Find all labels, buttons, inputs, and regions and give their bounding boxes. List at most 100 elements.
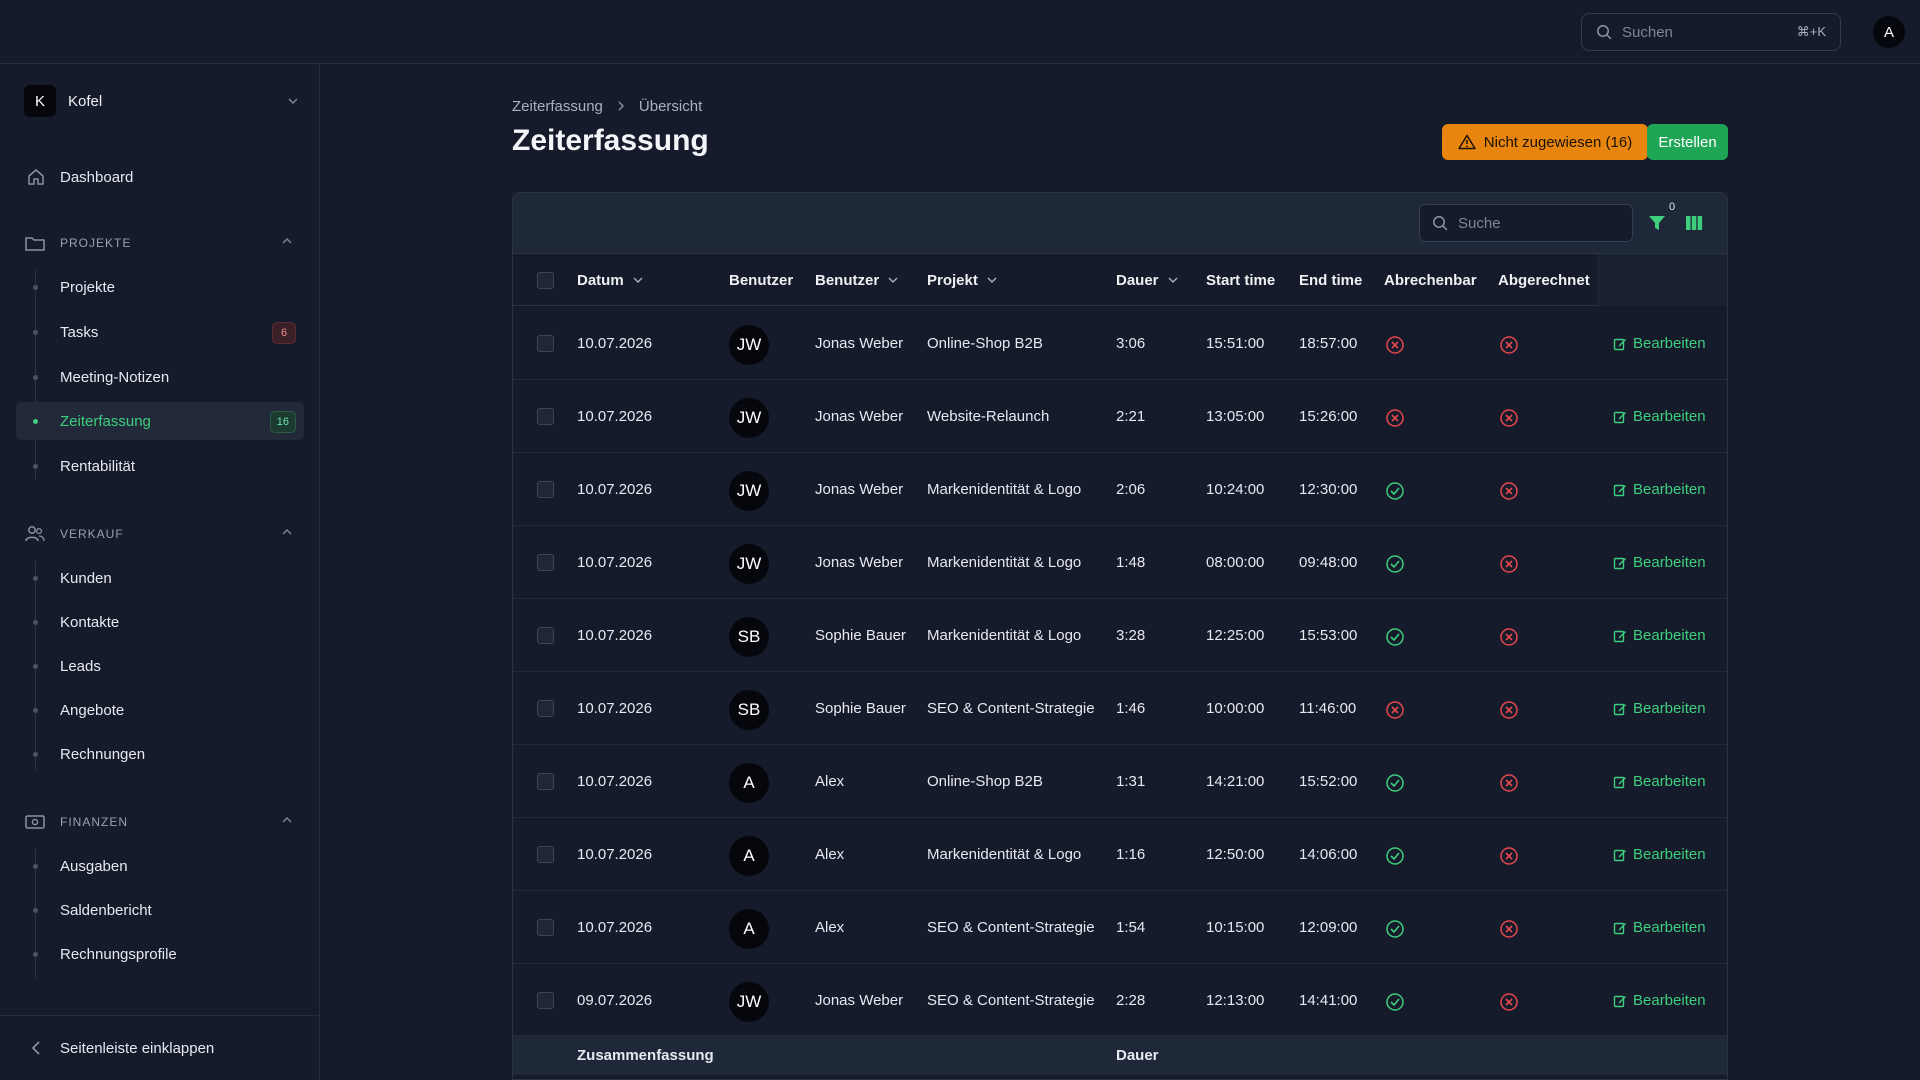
edit-button[interactable]: Bearbeiten [1613, 891, 1706, 964]
edit-button[interactable]: Bearbeiten [1613, 307, 1706, 380]
sidebar-item-kunden[interactable]: Kunden [16, 559, 304, 597]
edit-button-label: Bearbeiten [1633, 627, 1706, 644]
sidebar-item-leads[interactable]: Leads [16, 647, 304, 685]
edit-button[interactable]: Bearbeiten [1613, 599, 1706, 672]
row-checkbox[interactable] [537, 773, 554, 790]
header-start-time-label: Start time [1206, 271, 1276, 289]
table-row: 10.07.2026 SB Sophie Bauer SEO & Content-St… [513, 672, 1727, 745]
columns-icon[interactable] [1684, 213, 1704, 233]
edit-button[interactable]: Bearbeiten [1613, 526, 1706, 599]
table-row: 10.07.2026 JW Jonas Weber Online-Shop B2B 3:… [513, 307, 1727, 380]
breadcrumb-current: Übersicht [638, 97, 703, 115]
cell-user: Jonas Weber [815, 481, 904, 498]
bullet-dot [33, 375, 38, 380]
section-verkauf[interactable]: VERKAUF [16, 519, 304, 549]
bullet-dot [33, 708, 38, 713]
row-checkbox[interactable] [537, 919, 554, 936]
row-checkbox[interactable] [537, 335, 554, 352]
cell-user: Alex [815, 846, 845, 863]
unassigned-button[interactable]: Nicht zugewiesen (16) [1442, 124, 1648, 160]
cell-date: 10.07.2026 [577, 919, 653, 936]
x-circle-icon [1499, 554, 1519, 574]
user-avatar-badge: JW [729, 544, 769, 584]
x-circle-icon [1385, 700, 1405, 720]
cell-duration: 3:28 [1116, 627, 1146, 644]
search-icon [1597, 25, 1612, 40]
sidebar-item-dashboard[interactable]: Dashboard [16, 158, 304, 196]
chevron-right-icon [618, 101, 624, 111]
cell-date: 10.07.2026 [577, 700, 653, 717]
bullet-dot [33, 464, 38, 469]
row-checkbox[interactable] [537, 408, 554, 425]
search-icon [1433, 216, 1448, 231]
cell-user: Jonas Weber [815, 992, 904, 1009]
header-duration-label: Dauer [1116, 271, 1159, 289]
bullet-dot [33, 752, 38, 757]
table-row: 10.07.2026 JW Jonas Weber Markenidentität &… [513, 453, 1727, 526]
x-circle-icon [1499, 919, 1519, 939]
sidebar-item-rechnungen[interactable]: Rechnungen [16, 735, 304, 773]
table-search-input[interactable]: Suche [1419, 204, 1633, 242]
org-switcher[interactable]: K Kofel [24, 85, 300, 117]
edit-button[interactable]: Bearbeiten [1613, 818, 1706, 891]
header-project[interactable]: Projekt [927, 254, 998, 306]
sidebar-item-label: Saldenbericht [60, 901, 152, 919]
bullet-dot [33, 285, 38, 290]
create-button[interactable]: Erstellen [1647, 124, 1728, 160]
table-header: Datum Benutzer Benutzer Projekt Dauer St… [513, 254, 1727, 306]
breadcrumb-root-link[interactable]: Zeiterfassung [512, 98, 603, 115]
edit-button[interactable]: Bearbeiten [1613, 672, 1706, 745]
edit-button[interactable]: Bearbeiten [1613, 380, 1706, 453]
global-search-input[interactable]: Suchen ⌘+K [1581, 13, 1841, 51]
user-avatar-badge: SB [729, 690, 769, 730]
header-user[interactable]: Benutzer [815, 254, 899, 306]
cell-start-time: 15:51:00 [1206, 335, 1265, 352]
edit-button-label: Bearbeiten [1633, 408, 1706, 425]
header-date[interactable]: Datum [577, 254, 644, 306]
sidebar-item-tasks[interactable]: Tasks 6 [16, 313, 304, 351]
edit-button-label: Bearbeiten [1633, 919, 1706, 936]
section-projekte[interactable]: PROJEKTE [16, 228, 304, 258]
sidebar-item-saldenbericht[interactable]: Saldenbericht [16, 891, 304, 929]
cell-date: 10.07.2026 [577, 408, 653, 425]
row-checkbox[interactable] [537, 481, 554, 498]
section-finanzen[interactable]: FINANZEN [16, 807, 304, 837]
user-avatar-badge: JW [729, 982, 769, 1022]
edit-button[interactable]: Bearbeiten [1613, 964, 1706, 1037]
sidebar-item-kontakte[interactable]: Kontakte [16, 603, 304, 641]
bullet-dot [33, 576, 38, 581]
filter-icon[interactable] [1647, 213, 1667, 233]
user-avatar[interactable]: A [1873, 16, 1905, 48]
chevron-left-icon [31, 1041, 40, 1055]
row-checkbox[interactable] [537, 627, 554, 644]
row-checkbox[interactable] [537, 846, 554, 863]
home-icon [28, 169, 44, 185]
header-end-time: End time [1299, 254, 1362, 306]
sidebar-item-ausgaben[interactable]: Ausgaben [16, 847, 304, 885]
row-checkbox[interactable] [537, 554, 554, 571]
check-circle-icon [1385, 481, 1405, 501]
edit-button[interactable]: Bearbeiten [1613, 745, 1706, 818]
collapse-sidebar-label: Seitenleiste einklappen [60, 1039, 215, 1057]
sidebar-item-rentabilitaet[interactable]: Rentabilität [16, 447, 304, 485]
cell-user: Jonas Weber [815, 408, 904, 425]
row-checkbox[interactable] [537, 992, 554, 1009]
sidebar-item-meeting-notizen[interactable]: Meeting-Notizen [16, 358, 304, 396]
cell-start-time: 10:15:00 [1206, 919, 1265, 936]
header-duration[interactable]: Dauer [1116, 254, 1179, 306]
sidebar-item-projekte[interactable]: Projekte [16, 268, 304, 306]
filter-count-badge: 0 [1669, 201, 1676, 213]
check-circle-icon [1385, 773, 1405, 793]
cell-duration: 1:31 [1116, 773, 1146, 790]
cell-start-time: 14:21:00 [1206, 773, 1265, 790]
x-circle-icon [1499, 846, 1519, 866]
edit-button[interactable]: Bearbeiten [1613, 453, 1706, 526]
sidebar-item-rechnungsprofile[interactable]: Rechnungsprofile [16, 935, 304, 973]
row-checkbox[interactable] [537, 700, 554, 717]
sidebar-item-angebote[interactable]: Angebote [16, 691, 304, 729]
cell-date: 10.07.2026 [577, 627, 653, 644]
sidebar-item-zeiterfassung[interactable]: Zeiterfassung 16 [16, 402, 304, 440]
sidebar-item-label: Tasks [60, 323, 99, 341]
collapse-sidebar-button[interactable]: Seitenleiste einklappen [0, 1015, 320, 1080]
select-all-checkbox[interactable] [537, 272, 554, 289]
